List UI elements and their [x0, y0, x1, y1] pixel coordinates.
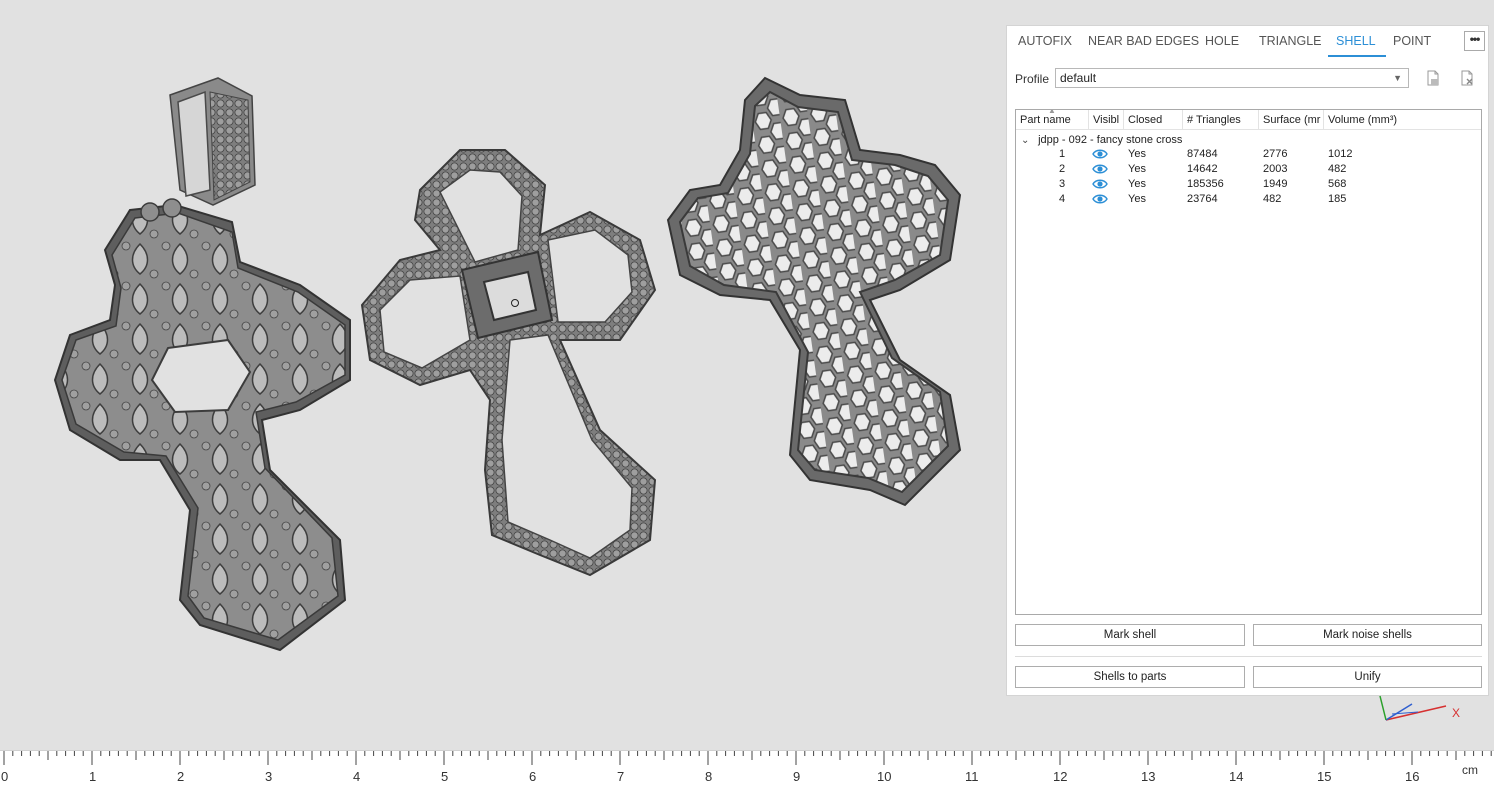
- cross-model-beaded[interactable]: [360, 149, 657, 577]
- fix-panel: AUTOFIX NEAR BAD EDGES HOLE TRIANGLE SHE…: [1006, 25, 1489, 696]
- row-volume: 482: [1328, 163, 1347, 175]
- chevron-down-icon: ▼: [1393, 73, 1402, 83]
- col-part-name[interactable]: Part name: [1016, 110, 1089, 130]
- tab-hole[interactable]: HOLE: [1205, 26, 1239, 57]
- cross-model-filigree[interactable]: [53, 77, 351, 652]
- ruler-label: 12: [1053, 769, 1068, 784]
- row-surface: 2003: [1263, 163, 1288, 175]
- table-row[interactable]: 4 Yes 23764 482 185: [1016, 192, 1481, 207]
- tab-autofix[interactable]: AUTOFIX: [1018, 26, 1072, 57]
- ruler-label: 0: [1, 769, 9, 784]
- eye-icon[interactable]: [1092, 193, 1108, 205]
- ruler-label: 3: [265, 769, 273, 784]
- ruler-unit-label: cm: [1462, 763, 1478, 777]
- unify-button[interactable]: Unify: [1253, 666, 1482, 688]
- row-name: 4: [1059, 193, 1066, 205]
- profile-label: Profile: [1015, 72, 1050, 86]
- cross-model-honeycomb[interactable]: [666, 76, 962, 507]
- ruler-label: 13: [1141, 769, 1156, 784]
- divider: [1015, 656, 1482, 657]
- shell-table: ▲ Part name Visibl Closed # Triangles Su…: [1015, 109, 1482, 615]
- ruler-label: 15: [1317, 769, 1332, 784]
- row-name: 2: [1059, 163, 1066, 175]
- ruler-label: 7: [617, 769, 625, 784]
- part-group-row[interactable]: ⌄ jdpp - 092 - fancy stone cross: [1021, 132, 1182, 148]
- eye-icon[interactable]: [1092, 148, 1108, 160]
- ruler-label: 4: [353, 769, 361, 784]
- profile-select[interactable]: default ▼: [1055, 68, 1409, 88]
- ruler: 0 1 2 3 4 5 6 7 8 9 10 11 12 13 14 15 16 cm: [0, 750, 1494, 788]
- row-surface: 1949: [1263, 178, 1288, 190]
- ruler-label: 8: [705, 769, 713, 784]
- table-row[interactable]: 1 Yes 87484 2776 1012: [1016, 147, 1481, 162]
- ruler-ticks: [3, 751, 1492, 765]
- row-closed: Yes: [1128, 163, 1146, 175]
- row-triangles: 185356: [1187, 178, 1224, 190]
- row-volume: 185: [1328, 193, 1347, 205]
- row-name: 3: [1059, 178, 1066, 190]
- mark-noise-shells-button[interactable]: Mark noise shells: [1253, 624, 1482, 646]
- row-surface: 482: [1263, 193, 1282, 205]
- table-row[interactable]: 2 Yes 14642 2003 482: [1016, 162, 1481, 177]
- ruler-label: 9: [793, 769, 801, 784]
- ruler-label: 6: [529, 769, 537, 784]
- col-volume[interactable]: Volume (mm³): [1324, 110, 1481, 130]
- row-triangles: 87484: [1187, 148, 1218, 160]
- row-triangles: 14642: [1187, 163, 1218, 175]
- profile-value: default: [1060, 71, 1097, 85]
- axis-triad-icon: X: [1379, 695, 1460, 721]
- row-triangles: 23764: [1187, 193, 1218, 205]
- delete-profile-icon[interactable]: [1458, 69, 1476, 87]
- col-visible[interactable]: Visibl: [1089, 110, 1124, 130]
- row-volume: 1012: [1328, 148, 1353, 160]
- col-closed[interactable]: Closed: [1124, 110, 1183, 130]
- col-surface[interactable]: Surface (mr: [1259, 110, 1324, 130]
- row-closed: Yes: [1128, 148, 1146, 160]
- tab-shell[interactable]: SHELL: [1328, 26, 1386, 57]
- ruler-label: 5: [441, 769, 449, 784]
- shells-to-parts-button[interactable]: Shells to parts: [1015, 666, 1245, 688]
- axis-x-label: X: [1452, 706, 1460, 720]
- tab-near-bad-edges[interactable]: NEAR BAD EDGES: [1088, 26, 1199, 57]
- row-closed: Yes: [1128, 178, 1146, 190]
- eye-icon[interactable]: [1092, 163, 1108, 175]
- more-options-button[interactable]: •••: [1464, 31, 1485, 51]
- row-volume: 568: [1328, 178, 1347, 190]
- ruler-label: 10: [877, 769, 892, 784]
- mark-shell-button[interactable]: Mark shell: [1015, 624, 1245, 646]
- tab-point[interactable]: POINT: [1393, 26, 1431, 57]
- table-row[interactable]: 3 Yes 185356 1949 568: [1016, 177, 1481, 192]
- eye-icon[interactable]: [1092, 178, 1108, 190]
- ruler-label: 11: [965, 769, 979, 784]
- row-surface: 2776: [1263, 148, 1288, 160]
- ruler-label: 2: [177, 769, 185, 784]
- save-profile-icon[interactable]: [1424, 69, 1442, 87]
- col-triangles[interactable]: # Triangles: [1183, 110, 1259, 130]
- bail-part: [169, 77, 256, 206]
- row-closed: Yes: [1128, 193, 1146, 205]
- table-header: ▲ Part name Visibl Closed # Triangles Su…: [1016, 110, 1481, 130]
- ruler-label: 1: [89, 769, 97, 784]
- part-group-name: jdpp - 092 - fancy stone cross: [1038, 134, 1183, 146]
- tab-triangle[interactable]: TRIANGLE: [1259, 26, 1322, 57]
- row-name: 1: [1059, 148, 1066, 160]
- ruler-label: 16: [1405, 769, 1420, 784]
- panel-tabs: AUTOFIX NEAR BAD EDGES HOLE TRIANGLE SHE…: [1007, 26, 1488, 57]
- ruler-label: 14: [1229, 769, 1244, 784]
